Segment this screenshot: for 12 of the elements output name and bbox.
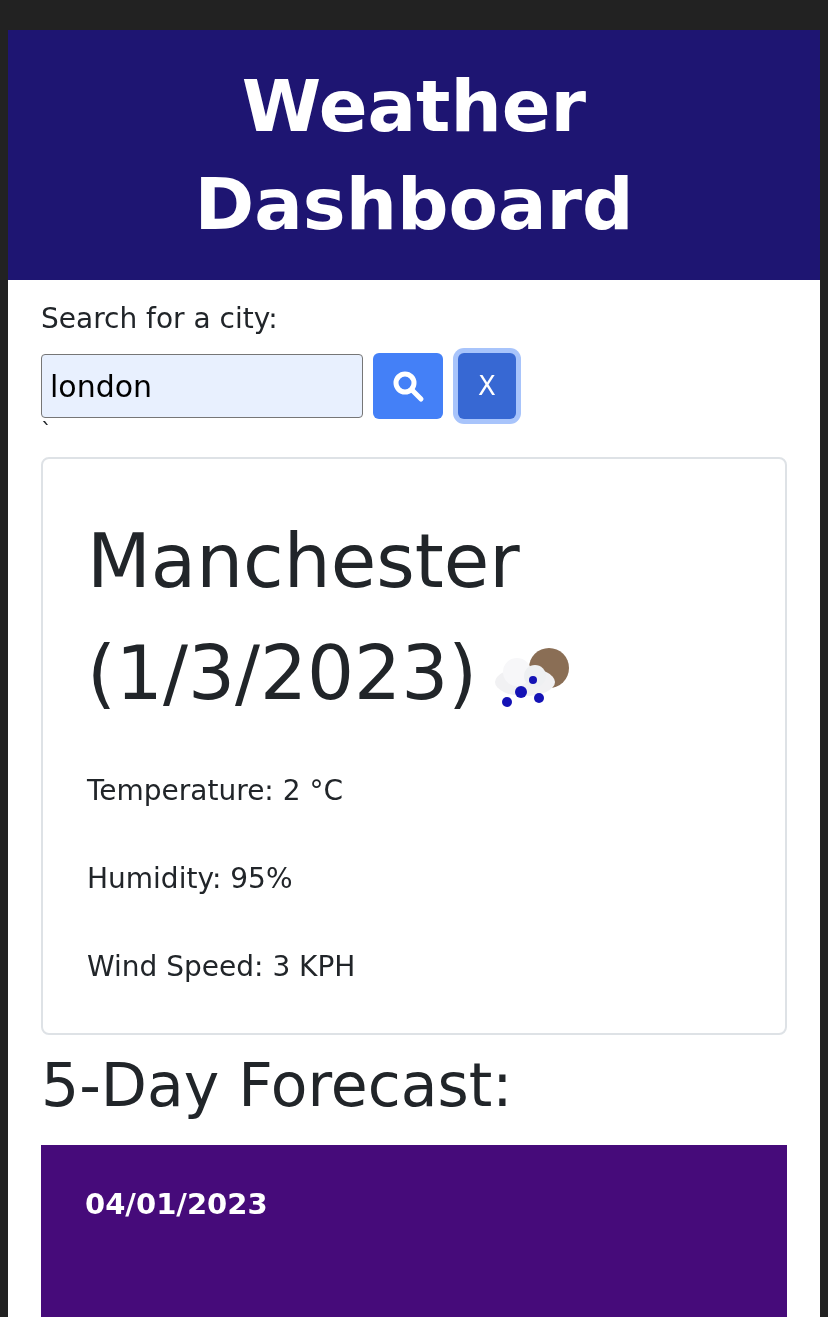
search-button[interactable] [373,353,443,419]
search-icon [391,369,425,403]
forecast-date: 04/01/2023 [85,1187,269,1221]
city-input[interactable]: london [41,354,363,418]
page-title: Weather Dashboard [193,63,635,248]
weather-stat: Wind Speed: 3 KPH [87,949,357,985]
city-heading: Manchester (1/3/2023) [87,518,520,716]
forecast-heading: 5-Day Forecast: [41,1049,514,1122]
stray-character: ` [41,419,53,443]
weather-stat: Humidity: 95% [87,861,294,897]
weather-stat: Temperature: 2 °C [87,773,344,809]
search-label: Search for a city: [41,302,279,335]
